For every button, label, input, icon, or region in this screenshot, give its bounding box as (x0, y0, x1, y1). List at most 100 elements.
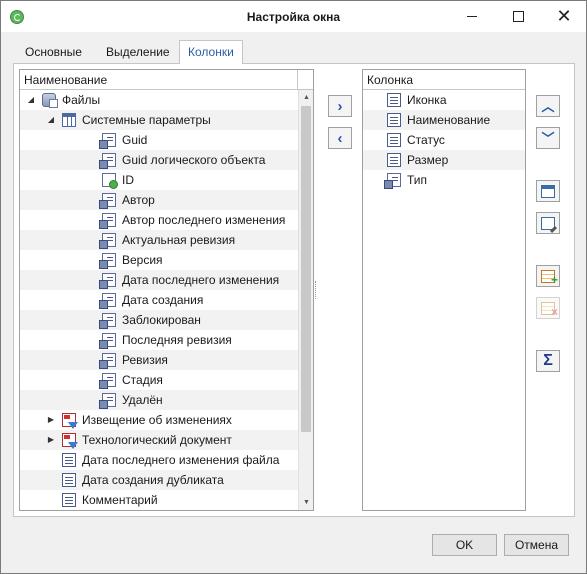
sum-button[interactable]: Σ (536, 350, 560, 372)
tree-row[interactable]: Версия (20, 250, 298, 270)
property-icon (99, 233, 116, 249)
tree-row-label: Дата создания дубликата (82, 473, 224, 487)
list-item[interactable]: Иконка (363, 90, 525, 110)
tree-row[interactable]: Guid логического объекта (20, 150, 298, 170)
tree-row[interactable]: Дата создания (20, 290, 298, 310)
tree-row-label: Ревизия (122, 353, 168, 367)
list-item[interactable]: Размер (363, 150, 525, 170)
collapse-arrow-icon[interactable]: ◢ (46, 110, 56, 130)
tree-row[interactable]: Дата последнего изменения файла (20, 450, 298, 470)
document-icon (62, 493, 76, 507)
scroll-up-icon[interactable]: ▲ (299, 90, 313, 105)
chevron-up-icon: ︿ (541, 98, 555, 114)
tree-row[interactable]: ◢ Файлы (20, 90, 298, 110)
tree-row[interactable]: Дата последнего изменения (20, 270, 298, 290)
tree-row[interactable]: ▶ Извещение об изменениях (20, 410, 298, 430)
move-up-button[interactable]: ︿ (536, 95, 560, 117)
list-item[interactable]: Статус (363, 130, 525, 150)
header-separator (297, 70, 298, 90)
maximize-icon (512, 11, 524, 22)
database-icon (42, 93, 58, 108)
tree-row[interactable]: Комментарий (20, 490, 298, 510)
list-item[interactable]: Тип (363, 170, 525, 190)
available-columns-tree[interactable]: Наименование ◢ Файлы ◢ Системные параметры G… (19, 69, 314, 511)
expand-arrow-icon[interactable]: ▶ (46, 410, 56, 430)
tree-row-label: Технологический документ (82, 433, 232, 447)
minimize-icon (467, 16, 477, 17)
tree-row-label: Автор (122, 193, 155, 207)
expand-arrow-icon[interactable]: ▶ (46, 430, 56, 450)
select-column-button[interactable] (536, 180, 560, 202)
property-icon (99, 153, 116, 169)
tree-header: Наименование (20, 70, 313, 90)
move-down-button[interactable]: ﹀ (536, 127, 560, 149)
tree-row[interactable]: Удалён (20, 390, 298, 410)
property-icon (99, 333, 116, 349)
tree-rows: ◢ Файлы ◢ Системные параметры Guid Guid логич… (20, 90, 298, 510)
tree-row-label: Дата последнего изменения (122, 273, 280, 287)
tree-row-label: ID (122, 173, 134, 187)
tree-row[interactable]: Актуальная ревизия (20, 230, 298, 250)
scroll-down-icon[interactable]: ▼ (299, 495, 313, 510)
title-bar: Настройка окна ✕ (1, 1, 586, 32)
list-item-label: Наименование (407, 113, 491, 127)
property-icon (99, 133, 116, 149)
tree-row[interactable]: ◢ Системные параметры (20, 110, 298, 130)
remove-column-button[interactable]: ‹ (328, 127, 352, 149)
tree-row-label: Извещение об изменениях (82, 413, 232, 427)
tree-scrollbar[interactable]: ▲ ▼ (298, 90, 313, 510)
document-type-icon (62, 433, 78, 449)
tree-row[interactable]: ID (20, 170, 298, 190)
property-icon (99, 273, 116, 289)
list-item-label: Размер (407, 153, 449, 167)
tree-row[interactable]: Последняя ревизия (20, 330, 298, 350)
tree-row[interactable]: Автор последнего изменения (20, 210, 298, 230)
tree-row[interactable]: ▶ Технологический документ (20, 430, 298, 450)
document-icon (387, 133, 401, 147)
chevron-left-icon: ‹ (337, 129, 343, 147)
minimize-button[interactable] (449, 1, 495, 32)
id-property-icon (102, 173, 118, 189)
close-icon: ✕ (556, 6, 572, 26)
settings-window: Настройка окна ✕ Основные Выделение Коло… (0, 0, 587, 574)
sigma-icon: Σ (543, 352, 553, 369)
add-column-button[interactable]: › (328, 95, 352, 117)
tree-row[interactable]: Автор (20, 190, 298, 210)
tree-row[interactable]: Стадия (20, 370, 298, 390)
document-type-icon (62, 413, 78, 429)
scroll-thumb[interactable] (301, 106, 311, 432)
list-item-label: Иконка (407, 93, 447, 107)
add-grid-column-button[interactable] (536, 265, 560, 287)
edit-column-button[interactable] (536, 212, 560, 234)
collapse-arrow-icon[interactable]: ◢ (26, 90, 36, 110)
cancel-button[interactable]: Отмена (504, 534, 569, 556)
tree-row[interactable]: Дата создания дубликата (20, 470, 298, 490)
tree-row[interactable]: Ревизия (20, 350, 298, 370)
column-header[interactable]: Колонка (367, 73, 413, 87)
property-icon (99, 313, 116, 329)
tree-row-label: Удалён (122, 393, 163, 407)
delete-grid-column-button[interactable] (536, 297, 560, 319)
tab-columns[interactable]: Колонки (179, 40, 243, 64)
tree-row-label: Последняя ревизия (122, 333, 232, 347)
selected-columns-list[interactable]: Колонка Иконка Наименование Статус Размер Ти… (362, 69, 526, 511)
tab-main[interactable]: Основные (17, 42, 90, 63)
name-column-header[interactable]: Наименование (24, 73, 107, 87)
close-button[interactable]: ✕ (541, 1, 587, 32)
list-header: Колонка (363, 70, 525, 90)
tree-row-label: Системные параметры (82, 113, 211, 127)
list-rows: Иконка Наименование Статус Размер Тип (363, 90, 525, 190)
table-icon (62, 113, 76, 127)
splitter-handle[interactable] (315, 281, 318, 299)
list-item[interactable]: Наименование (363, 110, 525, 130)
ok-button[interactable]: OK (432, 534, 497, 556)
tree-row[interactable]: Guid (20, 130, 298, 150)
list-item-label: Тип (407, 173, 428, 187)
window-select-icon (541, 184, 555, 198)
property-icon (99, 213, 116, 229)
maximize-button[interactable] (495, 1, 541, 32)
tab-selection[interactable]: Выделение (98, 42, 178, 63)
list-item-label: Статус (407, 133, 445, 147)
tree-row[interactable]: Заблокирован (20, 310, 298, 330)
document-icon (387, 93, 401, 107)
